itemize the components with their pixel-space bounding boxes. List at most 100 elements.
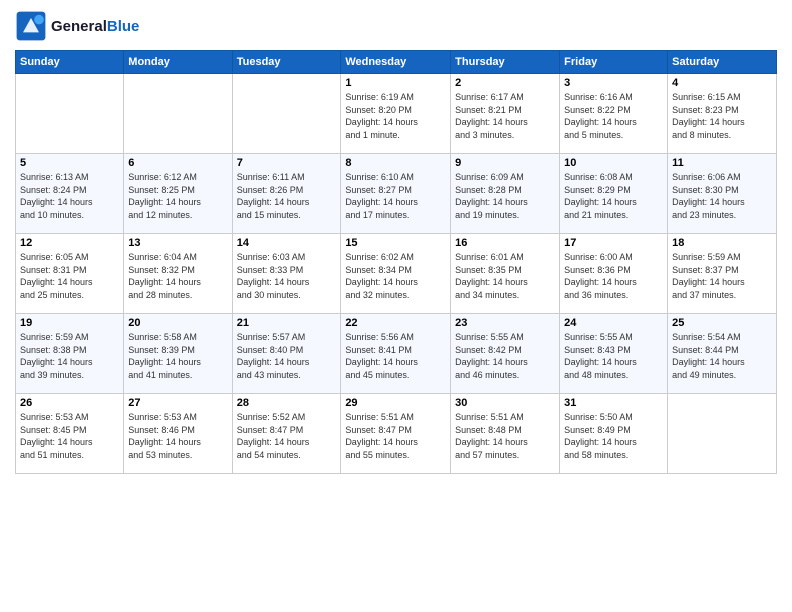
- calendar-cell: 24 Sunrise: 5:55 AM Sunset: 8:43 PM Dayli…: [560, 314, 668, 394]
- calendar-cell: 27 Sunrise: 5:53 AM Sunset: 8:46 PM Dayli…: [124, 394, 232, 474]
- day-info: Sunrise: 6:15 AM Sunset: 8:23 PM Dayligh…: [672, 91, 772, 141]
- logo: GeneralBlue: [15, 10, 139, 42]
- page-header: GeneralBlue: [15, 10, 777, 42]
- day-info: Sunrise: 5:59 AM Sunset: 8:37 PM Dayligh…: [672, 251, 772, 301]
- day-info: Sunrise: 6:03 AM Sunset: 8:33 PM Dayligh…: [237, 251, 337, 301]
- day-number: 7: [237, 157, 337, 169]
- calendar-cell: 11 Sunrise: 6:06 AM Sunset: 8:30 PM Dayli…: [668, 154, 777, 234]
- calendar-week-row: 1Sunrise: 6:19 AM Sunset: 8:20 PM Daylig…: [16, 74, 777, 154]
- weekday-header: Wednesday: [341, 51, 451, 74]
- day-info: Sunrise: 6:13 AM Sunset: 8:24 PM Dayligh…: [20, 171, 119, 221]
- calendar-cell: 15 Sunrise: 6:02 AM Sunset: 8:34 PM Dayli…: [341, 234, 451, 314]
- calendar-cell: 10 Sunrise: 6:08 AM Sunset: 8:29 PM Dayli…: [560, 154, 668, 234]
- day-number: 12: [20, 237, 119, 249]
- day-number: 27: [128, 397, 227, 409]
- weekday-header: Thursday: [451, 51, 560, 74]
- day-info: Sunrise: 6:19 AM Sunset: 8:20 PM Dayligh…: [345, 91, 446, 141]
- calendar-cell: 7 Sunrise: 6:11 AM Sunset: 8:26 PM Daylig…: [232, 154, 341, 234]
- day-info: Sunrise: 5:53 AM Sunset: 8:46 PM Dayligh…: [128, 411, 227, 461]
- calendar-cell: 20Sunrise: 5:58 AM Sunset: 8:39 PM Dayli…: [124, 314, 232, 394]
- calendar-cell: [668, 394, 777, 474]
- calendar-cell: 2Sunrise: 6:17 AM Sunset: 8:21 PM Daylig…: [451, 74, 560, 154]
- calendar-cell: 19 Sunrise: 5:59 AM Sunset: 8:38 PM Dayli…: [16, 314, 124, 394]
- calendar-cell: 23 Sunrise: 5:55 AM Sunset: 8:42 PM Dayli…: [451, 314, 560, 394]
- day-number: 17: [564, 237, 663, 249]
- day-number: 19: [20, 317, 119, 329]
- day-number: 26: [20, 397, 119, 409]
- calendar-cell: 18 Sunrise: 5:59 AM Sunset: 8:37 PM Dayli…: [668, 234, 777, 314]
- day-number: 11: [672, 157, 772, 169]
- day-info: Sunrise: 6:04 AM Sunset: 8:32 PM Dayligh…: [128, 251, 227, 301]
- day-info: Sunrise: 5:51 AM Sunset: 8:48 PM Dayligh…: [455, 411, 555, 461]
- day-number: 30: [455, 397, 555, 409]
- calendar-cell: 25 Sunrise: 5:54 AM Sunset: 8:44 PM Dayli…: [668, 314, 777, 394]
- day-number: 18: [672, 237, 772, 249]
- day-info: Sunrise: 5:53 AM Sunset: 8:45 PM Dayligh…: [20, 411, 119, 461]
- day-number: 9: [455, 157, 555, 169]
- day-number: 21: [237, 317, 337, 329]
- weekday-header: Monday: [124, 51, 232, 74]
- calendar-cell: 16Sunrise: 6:01 AM Sunset: 8:35 PM Dayli…: [451, 234, 560, 314]
- day-info: Sunrise: 5:55 AM Sunset: 8:42 PM Dayligh…: [455, 331, 555, 381]
- day-number: 5: [20, 157, 119, 169]
- day-number: 24: [564, 317, 663, 329]
- calendar-cell: 31Sunrise: 5:50 AM Sunset: 8:49 PM Dayli…: [560, 394, 668, 474]
- calendar-cell: 17 Sunrise: 6:00 AM Sunset: 8:36 PM Dayli…: [560, 234, 668, 314]
- day-number: 22: [345, 317, 446, 329]
- calendar-table: SundayMondayTuesdayWednesdayThursdayFrid…: [15, 50, 777, 474]
- day-number: 25: [672, 317, 772, 329]
- day-info: Sunrise: 6:08 AM Sunset: 8:29 PM Dayligh…: [564, 171, 663, 221]
- day-info: Sunrise: 5:54 AM Sunset: 8:44 PM Dayligh…: [672, 331, 772, 381]
- day-info: Sunrise: 5:51 AM Sunset: 8:47 PM Dayligh…: [345, 411, 446, 461]
- day-info: Sunrise: 6:09 AM Sunset: 8:28 PM Dayligh…: [455, 171, 555, 221]
- calendar-cell: 5 Sunrise: 6:13 AM Sunset: 8:24 PM Daylig…: [16, 154, 124, 234]
- calendar-cell: 3Sunrise: 6:16 AM Sunset: 8:22 PM Daylig…: [560, 74, 668, 154]
- logo-icon: [15, 10, 47, 42]
- weekday-header-row: SundayMondayTuesdayWednesdayThursdayFrid…: [16, 51, 777, 74]
- day-info: Sunrise: 6:11 AM Sunset: 8:26 PM Dayligh…: [237, 171, 337, 221]
- day-number: 14: [237, 237, 337, 249]
- day-number: 23: [455, 317, 555, 329]
- calendar-cell: [16, 74, 124, 154]
- weekday-header: Saturday: [668, 51, 777, 74]
- day-number: 13: [128, 237, 227, 249]
- day-number: 15: [345, 237, 446, 249]
- calendar-cell: 22 Sunrise: 5:56 AM Sunset: 8:41 PM Dayli…: [341, 314, 451, 394]
- calendar-page: GeneralBlue SundayMondayTuesdayWednesday…: [0, 0, 792, 612]
- weekday-header: Friday: [560, 51, 668, 74]
- day-info: Sunrise: 6:02 AM Sunset: 8:34 PM Dayligh…: [345, 251, 446, 301]
- day-number: 29: [345, 397, 446, 409]
- calendar-cell: 13 Sunrise: 6:04 AM Sunset: 8:32 PM Dayli…: [124, 234, 232, 314]
- calendar-cell: 9 Sunrise: 6:09 AM Sunset: 8:28 PM Daylig…: [451, 154, 560, 234]
- day-info: Sunrise: 5:56 AM Sunset: 8:41 PM Dayligh…: [345, 331, 446, 381]
- day-info: Sunrise: 6:01 AM Sunset: 8:35 PM Dayligh…: [455, 251, 555, 301]
- day-info: Sunrise: 5:59 AM Sunset: 8:38 PM Dayligh…: [20, 331, 119, 381]
- day-info: Sunrise: 6:06 AM Sunset: 8:30 PM Dayligh…: [672, 171, 772, 221]
- calendar-cell: 12 Sunrise: 6:05 AM Sunset: 8:31 PM Dayli…: [16, 234, 124, 314]
- calendar-cell: [124, 74, 232, 154]
- calendar-cell: 1Sunrise: 6:19 AM Sunset: 8:20 PM Daylig…: [341, 74, 451, 154]
- day-info: Sunrise: 6:10 AM Sunset: 8:27 PM Dayligh…: [345, 171, 446, 221]
- day-info: Sunrise: 6:05 AM Sunset: 8:31 PM Dayligh…: [20, 251, 119, 301]
- day-number: 10: [564, 157, 663, 169]
- calendar-cell: 14 Sunrise: 6:03 AM Sunset: 8:33 PM Dayli…: [232, 234, 341, 314]
- day-number: 28: [237, 397, 337, 409]
- day-info: Sunrise: 5:50 AM Sunset: 8:49 PM Dayligh…: [564, 411, 663, 461]
- day-number: 3: [564, 77, 663, 89]
- day-number: 6: [128, 157, 227, 169]
- calendar-cell: 8 Sunrise: 6:10 AM Sunset: 8:27 PM Daylig…: [341, 154, 451, 234]
- day-info: Sunrise: 5:55 AM Sunset: 8:43 PM Dayligh…: [564, 331, 663, 381]
- calendar-cell: 28 Sunrise: 5:52 AM Sunset: 8:47 PM Dayli…: [232, 394, 341, 474]
- calendar-week-row: 19 Sunrise: 5:59 AM Sunset: 8:38 PM Dayli…: [16, 314, 777, 394]
- calendar-week-row: 12 Sunrise: 6:05 AM Sunset: 8:31 PM Dayli…: [16, 234, 777, 314]
- day-number: 8: [345, 157, 446, 169]
- calendar-cell: 29 Sunrise: 5:51 AM Sunset: 8:47 PM Dayli…: [341, 394, 451, 474]
- calendar-cell: 30 Sunrise: 5:51 AM Sunset: 8:48 PM Dayli…: [451, 394, 560, 474]
- day-info: Sunrise: 6:17 AM Sunset: 8:21 PM Dayligh…: [455, 91, 555, 141]
- calendar-cell: 21Sunrise: 5:57 AM Sunset: 8:40 PM Dayli…: [232, 314, 341, 394]
- logo-text: GeneralBlue: [51, 18, 139, 35]
- day-info: Sunrise: 5:52 AM Sunset: 8:47 PM Dayligh…: [237, 411, 337, 461]
- day-info: Sunrise: 5:58 AM Sunset: 8:39 PM Dayligh…: [128, 331, 227, 381]
- calendar-week-row: 26 Sunrise: 5:53 AM Sunset: 8:45 PM Dayli…: [16, 394, 777, 474]
- day-info: Sunrise: 6:00 AM Sunset: 8:36 PM Dayligh…: [564, 251, 663, 301]
